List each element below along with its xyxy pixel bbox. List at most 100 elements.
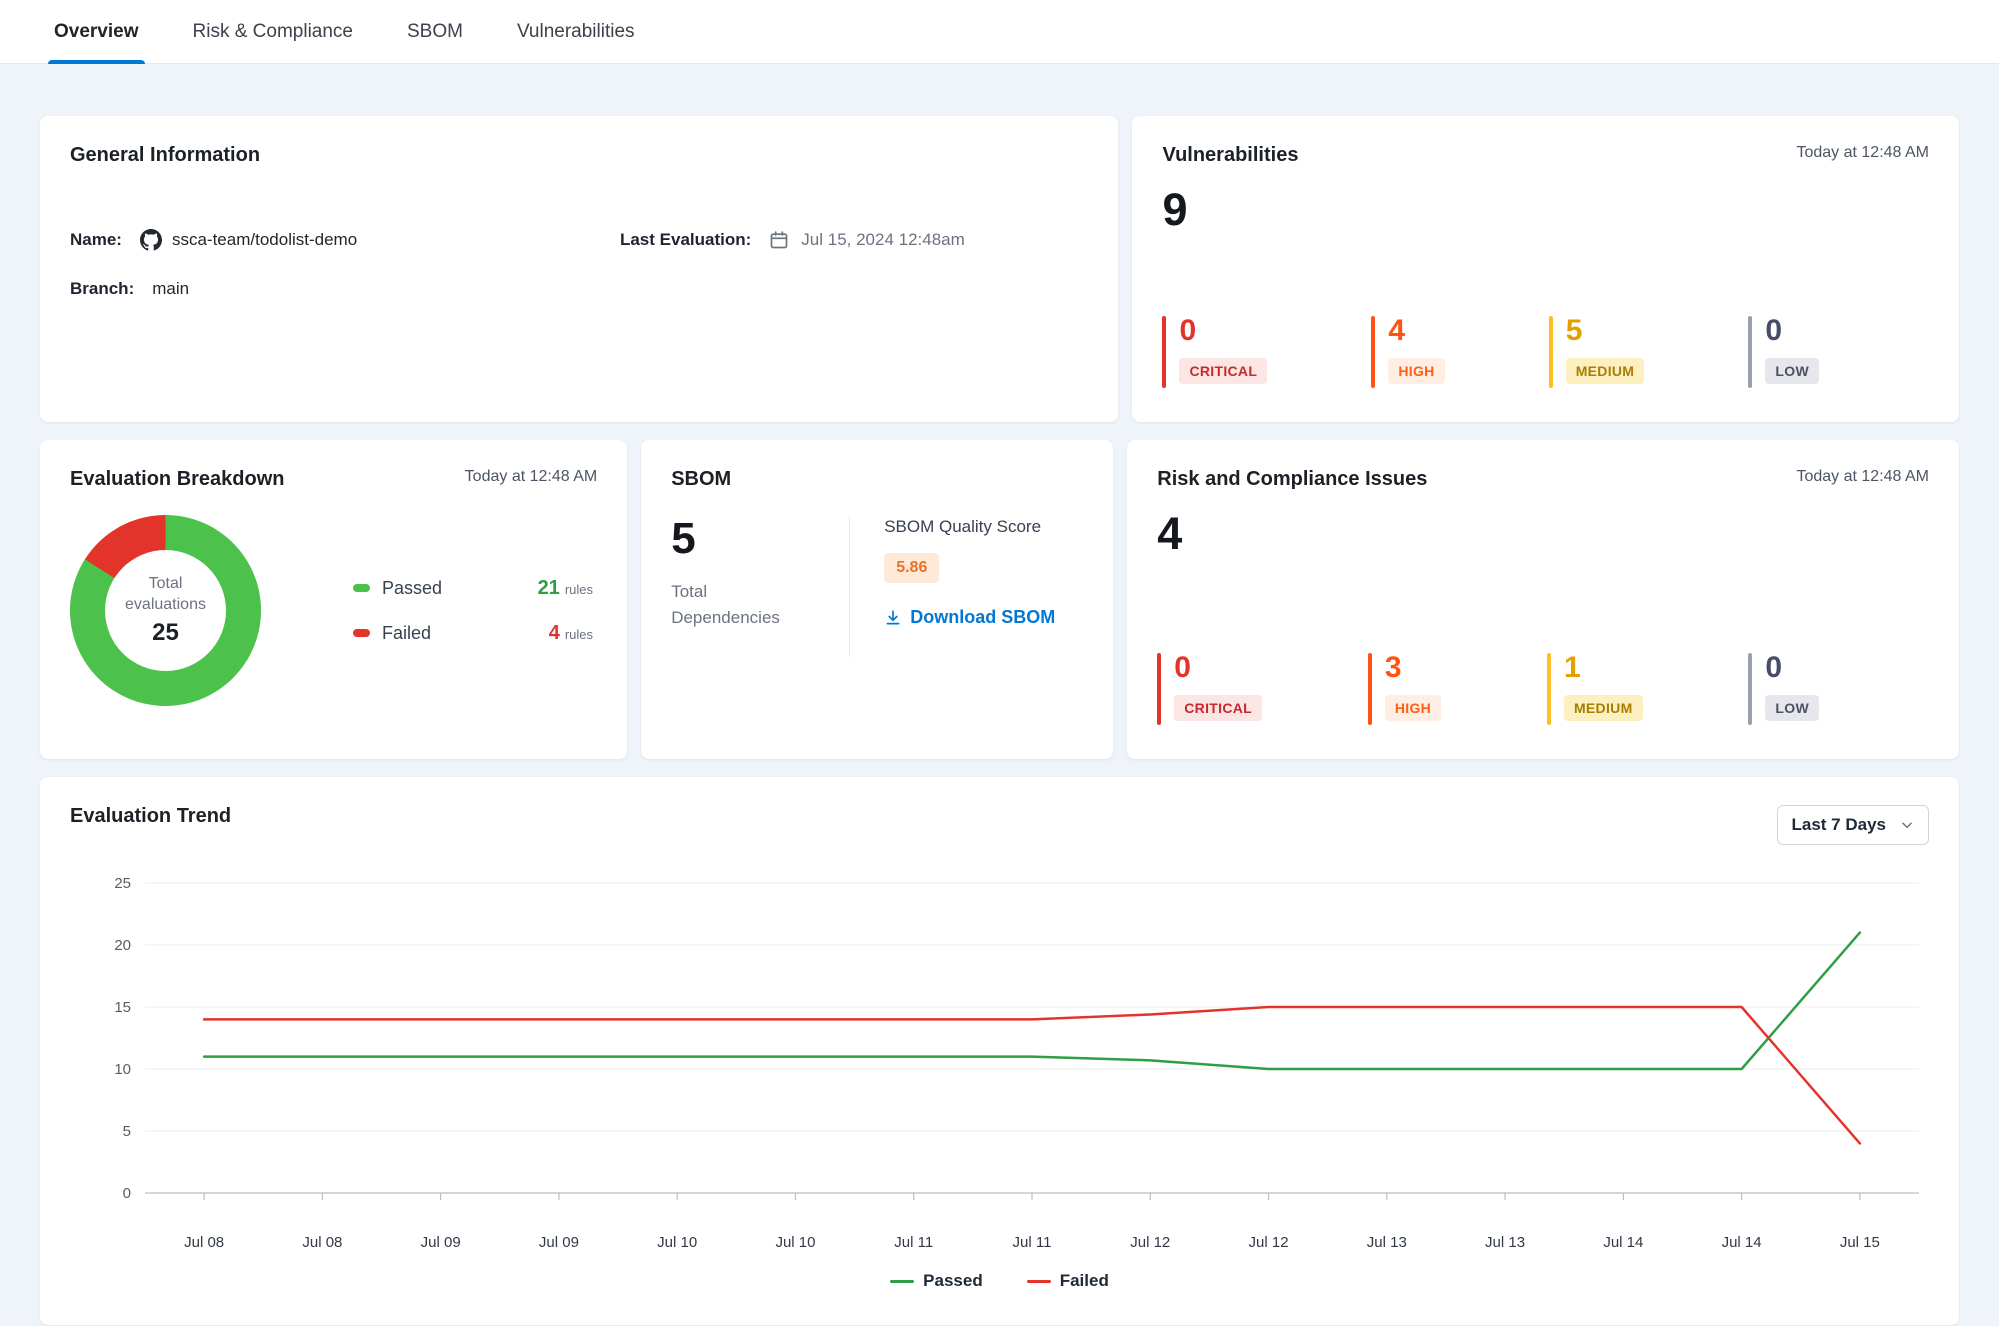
severity-bar bbox=[1371, 316, 1375, 388]
trend-legend: Passed Failed bbox=[70, 1271, 1929, 1291]
chevron-down-icon bbox=[1900, 818, 1914, 832]
passed-line-icon bbox=[890, 1280, 914, 1283]
card-title: Risk and Compliance Issues bbox=[1157, 468, 1427, 491]
legend-label: Passed bbox=[382, 578, 442, 599]
severity-badge: MEDIUM bbox=[1564, 695, 1643, 721]
time-range-dropdown[interactable]: Last 7 Days bbox=[1777, 805, 1930, 845]
legend-label: Failed bbox=[382, 623, 431, 644]
card-timestamp: Today at 12:48 AM bbox=[465, 468, 598, 486]
branch-label: Branch: bbox=[70, 279, 134, 299]
severity-high: 3 HIGH bbox=[1368, 653, 1441, 725]
severity-medium: 1 MEDIUM bbox=[1547, 653, 1643, 725]
svg-text:Jul 11: Jul 11 bbox=[1013, 1234, 1052, 1251]
card-timestamp: Today at 12:48 AM bbox=[1796, 144, 1929, 162]
svg-text:Jul 09: Jul 09 bbox=[539, 1234, 579, 1251]
severity-badge: MEDIUM bbox=[1566, 358, 1645, 384]
severity-bar bbox=[1162, 316, 1166, 388]
svg-text:15: 15 bbox=[114, 999, 131, 1016]
severity-count: 0 bbox=[1179, 316, 1267, 346]
severity-badge: HIGH bbox=[1385, 695, 1441, 721]
severity-count: 0 bbox=[1765, 316, 1819, 346]
card-title: General Information bbox=[70, 144, 260, 167]
severity-critical: 0 CRITICAL bbox=[1162, 316, 1267, 388]
svg-text:Jul 08: Jul 08 bbox=[184, 1234, 224, 1251]
failed-dot-icon bbox=[353, 629, 370, 637]
severity-count: 4 bbox=[1388, 316, 1444, 346]
severity-medium: 5 MEDIUM bbox=[1549, 316, 1645, 388]
trend-legend-passed: Passed bbox=[890, 1271, 983, 1291]
svg-text:0: 0 bbox=[123, 1185, 131, 1202]
svg-text:20: 20 bbox=[114, 937, 131, 954]
card-title: SBOM bbox=[671, 468, 731, 491]
download-icon bbox=[884, 609, 902, 627]
branch-value: main bbox=[152, 279, 189, 299]
risk-severity-row: 0 CRITICAL 3 HIGH 1 MEDIUM bbox=[1157, 653, 1929, 725]
svg-text:Jul 13: Jul 13 bbox=[1485, 1234, 1525, 1251]
trend-legend-failed: Failed bbox=[1027, 1271, 1109, 1291]
tab-overview[interactable]: Overview bbox=[48, 0, 145, 63]
svg-text:Jul 10: Jul 10 bbox=[657, 1234, 697, 1251]
svg-text:Jul 15: Jul 15 bbox=[1840, 1234, 1880, 1251]
legend-count: 4rules bbox=[549, 622, 593, 645]
calendar-icon bbox=[769, 229, 791, 251]
severity-bar bbox=[1748, 653, 1752, 725]
svg-text:Jul 10: Jul 10 bbox=[775, 1234, 815, 1251]
svg-text:Jul 14: Jul 14 bbox=[1603, 1234, 1643, 1251]
repo-name-value: ssca-team/todolist-demo bbox=[172, 230, 357, 250]
dashboard-content: General Information Name: ssca-team/todo… bbox=[0, 64, 1999, 1325]
failed-line-icon bbox=[1027, 1280, 1051, 1283]
severity-bar bbox=[1549, 316, 1553, 388]
svg-text:Jul 12: Jul 12 bbox=[1130, 1234, 1170, 1251]
donut-total: 25 bbox=[152, 619, 179, 647]
donut-center-label: Total evaluations bbox=[118, 574, 213, 616]
severity-count: 5 bbox=[1566, 316, 1645, 346]
severity-count: 1 bbox=[1564, 653, 1643, 683]
sbom-total-label: Total Dependencies bbox=[671, 579, 791, 630]
svg-text:Jul 12: Jul 12 bbox=[1249, 1234, 1289, 1251]
severity-badge: LOW bbox=[1765, 695, 1819, 721]
sbom-card: SBOM 5 Total Dependencies SBOM Quality S… bbox=[641, 440, 1113, 759]
severity-count: 3 bbox=[1385, 653, 1441, 683]
risk-compliance-card: Risk and Compliance Issues Today at 12:4… bbox=[1127, 440, 1959, 759]
severity-badge: HIGH bbox=[1388, 358, 1444, 384]
download-sbom-link[interactable]: Download SBOM bbox=[884, 607, 1055, 628]
severity-bar bbox=[1368, 653, 1372, 725]
svg-text:Jul 09: Jul 09 bbox=[421, 1234, 461, 1251]
evaluation-donut: Total evaluations 25 bbox=[70, 515, 261, 706]
evaluation-breakdown-card: Evaluation Breakdown Today at 12:48 AM T… bbox=[40, 440, 627, 759]
severity-high: 4 HIGH bbox=[1371, 316, 1444, 388]
tab-sbom[interactable]: SBOM bbox=[401, 0, 469, 63]
severity-count: 0 bbox=[1174, 653, 1262, 683]
severity-badge: CRITICAL bbox=[1174, 695, 1262, 721]
card-timestamp: Today at 12:48 AM bbox=[1796, 468, 1929, 486]
last-evaluation-row: Last Evaluation: Jul 15, 2024 12:48am bbox=[620, 229, 1088, 251]
vulnerability-severity-row: 0 CRITICAL 4 HIGH 5 MEDIUM bbox=[1162, 316, 1929, 388]
severity-badge: CRITICAL bbox=[1179, 358, 1267, 384]
vulnerabilities-card: Vulnerabilities Today at 12:48 AM 9 0 CR… bbox=[1132, 116, 1959, 422]
svg-text:25: 25 bbox=[114, 875, 131, 892]
card-title: Vulnerabilities bbox=[1162, 144, 1298, 167]
tab-risk-compliance[interactable]: Risk & Compliance bbox=[187, 0, 360, 63]
severity-badge: LOW bbox=[1765, 358, 1819, 384]
name-label: Name: bbox=[70, 230, 122, 250]
svg-text:Jul 14: Jul 14 bbox=[1722, 1234, 1762, 1251]
severity-critical: 0 CRITICAL bbox=[1157, 653, 1262, 725]
tab-vulnerabilities[interactable]: Vulnerabilities bbox=[511, 0, 641, 63]
svg-text:5: 5 bbox=[123, 1123, 131, 1140]
sbom-total: 5 bbox=[671, 517, 849, 561]
card-title: Evaluation Trend bbox=[70, 805, 231, 828]
github-icon bbox=[140, 229, 162, 251]
passed-dot-icon bbox=[353, 584, 370, 592]
sbom-quality-label: SBOM Quality Score bbox=[884, 517, 1041, 537]
vulnerabilities-total: 9 bbox=[1162, 187, 1929, 232]
svg-text:Jul 11: Jul 11 bbox=[894, 1234, 933, 1251]
branch-row: Branch: main bbox=[70, 279, 620, 299]
tab-bar: Overview Risk & Compliance SBOM Vulnerab… bbox=[0, 0, 1999, 64]
trend-chart: 0510152025Jul 08Jul 08Jul 09Jul 09Jul 10… bbox=[70, 859, 1929, 1259]
legend-count: 21rules bbox=[538, 577, 593, 600]
severity-count: 0 bbox=[1765, 653, 1819, 683]
svg-text:Jul 08: Jul 08 bbox=[302, 1234, 342, 1251]
evaluation-legend: Passed 21rules Failed 4rules bbox=[353, 577, 593, 645]
severity-bar bbox=[1748, 316, 1752, 388]
legend-passed: Passed 21rules bbox=[353, 577, 593, 600]
